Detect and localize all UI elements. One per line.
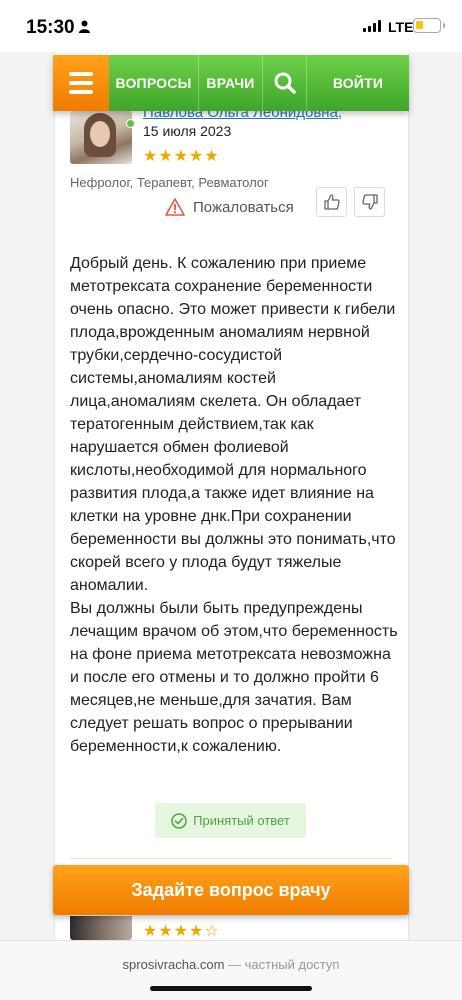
network-label: LTE	[388, 19, 414, 35]
browser-address-bar[interactable]: sprosivracha.com — частный доступ	[0, 940, 462, 1000]
person-icon	[79, 20, 90, 33]
doctor-specialties: Нефролог, Терапевт, Ревматолог	[70, 175, 269, 190]
check-circle-icon	[171, 812, 187, 829]
ask-doctor-button[interactable]: Задайте вопрос врачу	[53, 865, 409, 915]
status-time: 15:30	[26, 17, 75, 38]
doctor-rating-stars: ★★★★★	[143, 148, 220, 165]
thumbs-up-button[interactable]	[316, 187, 347, 217]
answer-date: 15 июля 2023	[143, 123, 232, 139]
nav-login[interactable]: ВОЙТИ	[307, 55, 409, 111]
signal-icon	[363, 20, 381, 32]
complain-button[interactable]: Пожаловаться	[165, 198, 294, 216]
complain-label: Пожаловаться	[193, 198, 294, 216]
nav-links: ВОПРОСЫ ВРАЧИ ВОЙТИ	[109, 55, 409, 111]
search-icon	[274, 72, 296, 94]
online-status-dot	[126, 119, 135, 128]
nav-questions[interactable]: ВОПРОСЫ	[109, 55, 199, 111]
search-button[interactable]	[263, 55, 307, 111]
nav-doctors[interactable]: ВРАЧИ	[199, 55, 263, 111]
warning-icon	[165, 198, 185, 216]
url-text: sprosivracha.com — частный доступ	[0, 957, 462, 972]
private-access-label: — частный доступ	[228, 957, 340, 972]
accepted-answer-label: Принятый ответ	[193, 813, 290, 828]
url-domain: sprosivracha.com	[122, 957, 225, 972]
next-doctor-avatar[interactable]	[70, 916, 132, 940]
doctor-avatar[interactable]	[70, 111, 132, 164]
accepted-answer-badge: Принятый ответ	[155, 803, 306, 838]
answer-text: Добрый день. К сожалению при приеме мето…	[70, 255, 398, 755]
home-indicator[interactable]	[150, 986, 312, 991]
main-nav: ВОПРОСЫ ВРАЧИ ВОЙТИ	[53, 55, 409, 111]
hamburger-menu-button[interactable]	[53, 55, 109, 111]
next-doctor-rating-stars: ★★★★☆	[143, 923, 220, 940]
status-bar: 15:30 LTE	[0, 0, 462, 52]
battery-icon	[413, 18, 445, 33]
answer-divider	[70, 858, 392, 859]
thumbs-down-icon	[361, 194, 378, 210]
thumbs-up-icon	[323, 194, 340, 210]
thumbs-down-button[interactable]	[354, 187, 385, 217]
